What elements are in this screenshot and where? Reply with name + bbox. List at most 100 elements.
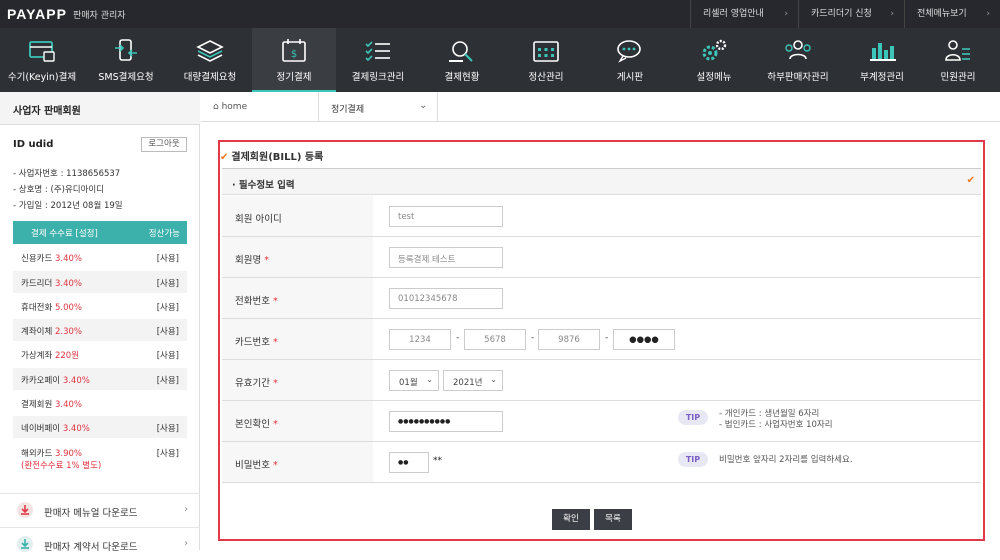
- fee-row: 해외카드 3.90% (환전수수료 1% 별도) [사용]: [13, 441, 187, 475]
- fee-header[interactable]: 결제 수수료 [설정] 정산가능: [13, 221, 187, 244]
- phone-label: 전화번호 *: [222, 278, 373, 318]
- password-tip: 비밀번호 앞자리 2자리를 입력하세요.: [719, 455, 853, 465]
- panel-title-text: 결제회원(BILL) 등록: [231, 152, 324, 163]
- expiry-row: 유효기간 * 01월 ⌄ 2021년 ⌄: [222, 360, 981, 401]
- confirm-button[interactable]: 확인: [552, 509, 590, 530]
- breadcrumb-current[interactable]: 정기결제: [331, 102, 364, 115]
- nav-settings[interactable]: 설정메뉴: [672, 28, 756, 92]
- calendar-grid-icon: [533, 41, 559, 62]
- users-icon: [785, 40, 811, 60]
- identity-row: 본인확인 * ●●●●●●●●●● TIP - 개인카드 : 생년월일 6자리 -…: [222, 401, 981, 442]
- calendar-dollar-icon: $: [282, 39, 306, 62]
- all-menu-label: 전체메뉴보기: [917, 9, 967, 19]
- svg-text:$: $: [291, 49, 297, 60]
- expiry-month-select[interactable]: 01월 ⌄: [389, 370, 439, 391]
- card-number-2[interactable]: 5678: [464, 329, 526, 350]
- required-section-header: · 필수정보 입력 ✔: [222, 168, 981, 195]
- chevron-right-icon: ›: [986, 9, 990, 19]
- section-title: · 필수정보 입력: [232, 180, 295, 191]
- tip-line: - 법인카드 : 사업자번호 10자리: [719, 420, 833, 430]
- fee-status: [사용]: [156, 303, 179, 313]
- nav-label: 수기(Keyin)결제: [7, 72, 77, 83]
- fee-rate: 3.40%: [54, 279, 82, 289]
- nav-board[interactable]: 게시판: [588, 28, 672, 92]
- phone-input[interactable]: 01012345678: [389, 288, 503, 309]
- logo[interactable]: PAYAPP: [7, 6, 67, 22]
- nav-label: 정산관리: [528, 72, 564, 83]
- breadcrumb-home[interactable]: ⌂ home: [213, 102, 247, 112]
- search-chart-icon: [449, 41, 473, 62]
- card-reader-apply-link[interactable]: 카드리더기 신청 ›: [798, 0, 904, 28]
- reseller-guide-link[interactable]: 리셀러 영업안내 ›: [690, 0, 798, 28]
- chevron-down-icon[interactable]: ⌄: [419, 100, 427, 111]
- contract-download-label: 판매자 계약서 다운로드: [44, 542, 138, 553]
- chevron-right-icon: ›: [184, 538, 188, 549]
- fee-row: 신용카드 3.40% [사용]: [13, 246, 187, 268]
- card-number-4[interactable]: ●●●●: [613, 329, 675, 350]
- checklist-icon: [365, 41, 390, 62]
- nav-recurring-payment[interactable]: $ 정기결제: [252, 28, 336, 92]
- fee-name: 휴대전화: [21, 303, 53, 313]
- nav-settlement[interactable]: 정산관리: [504, 28, 588, 92]
- fee-status: [사용]: [156, 424, 179, 434]
- chevron-down-icon: ⌄: [426, 375, 433, 384]
- nav-payment-status[interactable]: 결제현황: [420, 28, 504, 92]
- expiry-label: 유효기간 *: [222, 360, 373, 400]
- nav-label: 민원관리: [940, 72, 976, 83]
- chevron-down-icon: ⌄: [490, 375, 497, 384]
- nav-label: SMS결제요청: [98, 72, 154, 83]
- member-name-input[interactable]: 등록결제 테스트: [389, 247, 503, 268]
- fee-name: 카카오페이: [21, 376, 61, 386]
- required-mark: *: [272, 460, 278, 471]
- bill-register-panel: ✔ 결제회원(BILL) 등록 · 필수정보 입력 ✔ 회원 아이디 test 회…: [218, 140, 985, 541]
- main-nav: 수기(Keyin)결제 SMS결제요청 대량결제요청 $ 정기결제 결제링크관리…: [0, 28, 1000, 92]
- chat-bubbles-icon: [617, 40, 641, 63]
- reseller-guide-label: 리셀러 영업안내: [703, 9, 764, 19]
- home-label: home: [221, 102, 248, 112]
- card-number-3[interactable]: 9876: [538, 329, 600, 350]
- nav-label: 부계정관리: [860, 72, 904, 83]
- chevron-right-icon: ›: [784, 9, 788, 19]
- all-menu-link[interactable]: 전체메뉴보기 ›: [904, 0, 1000, 28]
- fee-status: [사용]: [156, 351, 179, 361]
- fee-status: [사용]: [156, 279, 179, 289]
- fee-rate: 3.90%: [54, 449, 82, 459]
- manual-download-link[interactable]: 판매자 메뉴얼 다운로드 ›: [0, 493, 200, 526]
- nav-complaints[interactable]: 민원관리: [916, 28, 1000, 92]
- identity-input[interactable]: ●●●●●●●●●●: [389, 411, 503, 432]
- phone-row: 전화번호 * 01012345678: [222, 278, 981, 319]
- fee-status: [사용]: [156, 376, 179, 386]
- nav-label: 정기결제: [276, 72, 312, 83]
- fee-status: [사용]: [156, 254, 179, 264]
- nav-sms-request[interactable]: SMS결제요청: [84, 28, 168, 92]
- fee-row: 가상계좌 220원 [사용]: [13, 343, 187, 365]
- logout-button[interactable]: 로그아웃: [141, 137, 187, 152]
- card-screen-icon: [29, 41, 55, 62]
- nav-payment-link[interactable]: 결제링크관리: [336, 28, 420, 92]
- required-mark: *: [272, 419, 278, 430]
- nav-sub-account[interactable]: 부계정관리: [840, 28, 924, 92]
- card-label: 카드번호 *: [222, 319, 373, 359]
- nav-bulk-request[interactable]: 대량결제요청: [168, 28, 252, 92]
- breadcrumb: ⌂ home 정기결제 ⌄: [201, 92, 1000, 122]
- contract-download-link[interactable]: 판매자 계약서 다운로드 ›: [0, 527, 200, 560]
- nav-label: 하부판매자관리: [767, 72, 829, 83]
- nav-keyin-payment[interactable]: 수기(Keyin)결제: [0, 28, 84, 92]
- top-bar: PAYAPP 판매자 관리자 리셀러 영업안내 › 카드리더기 신청 › 전체메…: [0, 0, 1000, 28]
- fee-status: [사용]: [156, 449, 179, 459]
- card-number-1[interactable]: 1234: [389, 329, 451, 350]
- fee-rate: 3.40%: [62, 424, 90, 434]
- expiry-year-select[interactable]: 2021년 ⌄: [443, 370, 503, 391]
- join-date: - 가입일 : 2012년 08월 19일: [13, 201, 123, 211]
- person-list-icon: [945, 40, 970, 61]
- nav-sub-seller[interactable]: 하부판매자관리: [756, 28, 840, 92]
- fee-row: 카드리더 3.40% [사용]: [13, 271, 187, 293]
- member-id-input[interactable]: test: [389, 206, 503, 227]
- required-mark: *: [272, 378, 278, 389]
- list-button[interactable]: 목록: [594, 509, 632, 530]
- fee-row: 결제회원 3.40%: [13, 392, 187, 414]
- password-input[interactable]: ●●: [389, 452, 429, 473]
- fee-row: 카카오페이 3.40% [사용]: [13, 368, 187, 390]
- member-name-label: 회원명 *: [222, 237, 373, 277]
- settle-available-label: 정산가능: [148, 229, 180, 239]
